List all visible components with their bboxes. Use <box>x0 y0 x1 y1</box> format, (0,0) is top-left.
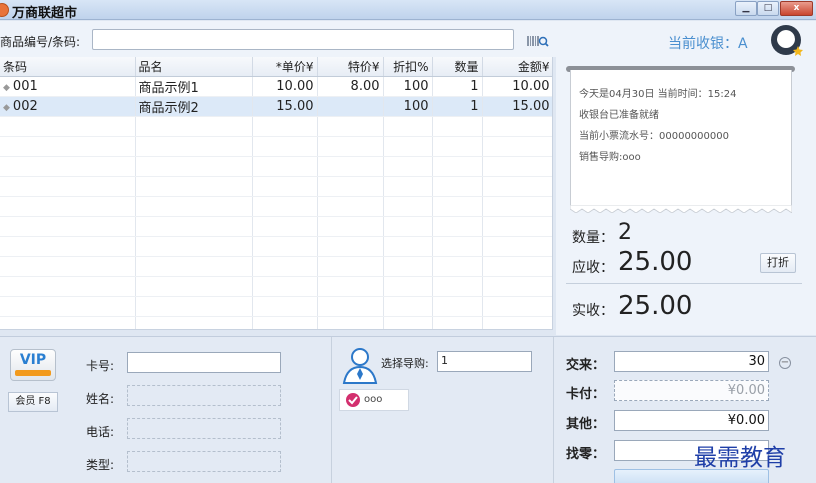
column-header-special-price[interactable]: 特价¥ <box>317 57 384 77</box>
member-phone-field <box>127 418 281 439</box>
summary-panel: 今天是04月30日 当前时间：15:24 收银台已准备就绪 当前小票流水号：00… <box>556 57 816 335</box>
empty-row <box>0 236 552 257</box>
cell-discount: 100 <box>383 76 433 97</box>
vip-stripe <box>15 370 51 376</box>
empty-row <box>0 136 552 157</box>
watermark-text: 最需教育 <box>694 445 786 471</box>
receipt-edge <box>570 205 792 213</box>
member-type-field <box>127 451 281 472</box>
member-type-label: 类型: <box>86 458 115 472</box>
cell-amount: 10.00 <box>482 76 552 97</box>
empty-row <box>0 216 552 237</box>
divider <box>331 337 332 483</box>
empty-row <box>0 276 552 297</box>
cell-code-text: 001 <box>12 78 38 94</box>
card-number-input[interactable] <box>127 352 281 373</box>
cell-price: 15.00 <box>252 96 318 117</box>
check-icon <box>346 393 360 407</box>
cell-special-price <box>317 96 384 117</box>
guide-chip-text: ooo <box>364 394 383 405</box>
card-number-label: 卡号: <box>86 359 115 373</box>
empty-row <box>0 156 552 177</box>
card-payment-input[interactable]: ¥0.00 <box>614 380 769 401</box>
bottom-panel: VIP 会员 F8 卡号: 姓名: 电话: 类型: 选择导购: 1 ooo 交来… <box>0 336 816 483</box>
guide-input[interactable]: 1 <box>437 351 532 372</box>
divider <box>553 337 554 483</box>
cell-code: ◆ 001 <box>0 76 136 97</box>
close-button[interactable]: x <box>780 1 813 16</box>
cell-quantity: 1 <box>432 96 483 117</box>
amount-due-value: 25.00 <box>618 247 693 277</box>
empty-row <box>0 316 552 329</box>
receipt-date-time: 今天是04月30日 当前时间：15:24 <box>579 89 737 100</box>
search-input[interactable] <box>92 29 514 50</box>
receipt-guide: 销售导购:ooo <box>579 152 641 163</box>
row-marker-icon: ◆ <box>3 102 10 113</box>
search-label: 商品编号/条码: <box>0 35 81 49</box>
receipt-serial: 当前小票流水号：00000000000 <box>579 131 729 142</box>
empty-row <box>0 116 552 137</box>
cell-amount: 15.00 <box>482 96 552 117</box>
current-cashier-label: 当前收银：A <box>668 36 748 52</box>
change-label: 找零： <box>566 447 606 462</box>
title-bar: 万商联超市 ▁ □ x <box>0 0 816 21</box>
column-header-discount[interactable]: 折扣% <box>383 57 433 77</box>
empty-row <box>0 256 552 277</box>
member-name-label: 姓名: <box>86 392 115 406</box>
table-row[interactable]: ◆ 001 商品示例1 10.00 8.00 100 1 10.00 <box>0 76 552 97</box>
empty-row <box>0 196 552 217</box>
quantity-label: 数量： <box>572 230 614 246</box>
amount-received-value: 25.00 <box>618 291 693 321</box>
clear-icon[interactable]: − <box>779 357 791 369</box>
cell-name: 商品示例2 <box>135 96 253 117</box>
cell-code-text: 002 <box>12 98 38 114</box>
discount-button[interactable]: 打折 <box>760 253 796 273</box>
empty-row <box>0 296 552 317</box>
tendered-label: 交来： <box>566 358 606 373</box>
member-name-field <box>127 385 281 406</box>
row-marker-icon: ◆ <box>3 82 10 93</box>
column-header-code[interactable]: 条码 <box>0 57 136 77</box>
cell-code: ◆ 002 <box>0 96 136 117</box>
barcode-scan-icon[interactable] <box>527 35 549 47</box>
sales-guide-icon[interactable] <box>341 346 379 384</box>
table-header: 条码 品名 *单价¥ 特价¥ 折扣% 数量 金额¥ <box>0 57 552 77</box>
amount-received-label: 实收： <box>572 303 614 319</box>
other-payment-label: 其他： <box>566 417 606 432</box>
column-header-amount[interactable]: 金额¥ <box>482 57 552 77</box>
window-title: 万商联超市 <box>12 6 78 21</box>
maximize-button[interactable]: □ <box>757 1 779 16</box>
cell-quantity: 1 <box>432 76 483 97</box>
card-payment-label: 卡付： <box>566 387 606 402</box>
vip-badge-icon[interactable]: VIP <box>10 349 56 381</box>
vip-text: VIP <box>19 352 47 368</box>
empty-row <box>0 176 552 197</box>
search-bar: 商品编号/条码: 当前收银：A <box>0 21 816 57</box>
app-logo-icon <box>0 3 9 17</box>
cell-discount: 100 <box>383 96 433 117</box>
column-header-price[interactable]: *单价¥ <box>252 57 318 77</box>
tendered-input[interactable]: 30 <box>614 351 769 372</box>
minimize-button[interactable]: ▁ <box>735 1 757 16</box>
receipt-status: 收银台已准备就绪 <box>579 110 659 121</box>
column-header-name[interactable]: 品名 <box>135 57 253 77</box>
cell-name: 商品示例1 <box>135 76 253 97</box>
quantity-value: 2 <box>618 220 632 245</box>
items-table: 条码 品名 *单价¥ 特价¥ 折扣% 数量 金额¥ ◆ 001 商品示例1 10.… <box>0 57 553 330</box>
divider <box>566 283 802 284</box>
user-avatar-icon[interactable] <box>770 24 804 58</box>
cell-special-price: 8.00 <box>317 76 384 97</box>
amount-due-label: 应收： <box>572 260 614 276</box>
table-row[interactable]: ◆ 002 商品示例2 15.00 100 1 15.00 <box>0 96 552 117</box>
member-phone-label: 电话: <box>86 425 115 439</box>
receipt-preview: 今天是04月30日 当前时间：15:24 收银台已准备就绪 当前小票流水号：00… <box>570 70 792 205</box>
guide-chip[interactable]: ooo <box>339 389 409 411</box>
other-payment-input[interactable]: ¥0.00 <box>614 410 769 431</box>
column-header-quantity[interactable]: 数量 <box>432 57 483 77</box>
cell-price: 10.00 <box>252 76 318 97</box>
guide-label: 选择导购: <box>381 357 429 370</box>
member-button[interactable]: 会员 F8 <box>8 392 58 412</box>
